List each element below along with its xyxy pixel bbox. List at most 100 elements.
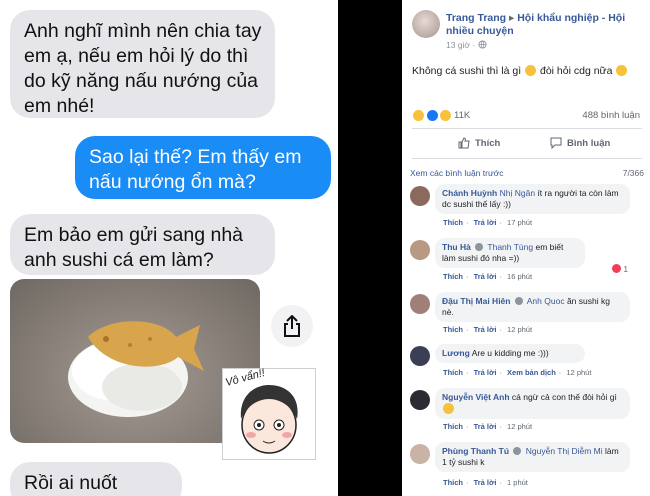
post-text-tail: đòi hỏi cdg nữa [540, 65, 613, 77]
tagged-user[interactable]: Nhị Ngân [500, 188, 535, 198]
comment-reply-link[interactable]: Trả lời [474, 325, 497, 334]
commenter-avatar[interactable] [410, 390, 430, 410]
comment-bubble: Lương Are u kidding me :))) [435, 344, 585, 363]
comment-like-link[interactable]: Thích [443, 325, 463, 334]
black-divider [338, 0, 402, 496]
share-icon [284, 315, 300, 337]
comment-like-link[interactable]: Thích [443, 272, 463, 281]
comment-meta: Thích · Trả lời · 16 phút [443, 272, 533, 281]
comment-like-link[interactable]: Thích [443, 218, 463, 227]
comment-count[interactable]: 488 bình luận [582, 110, 640, 121]
comment-bubble: Đậu Thị Mai Hiên Anh Quoc ăn sushi kg nè… [435, 292, 630, 322]
view-previous-comments-link[interactable]: Xem các bình luận trước [410, 168, 503, 178]
comment-time[interactable]: 17 phút [507, 218, 532, 227]
comment-like-link[interactable]: Thích [443, 478, 463, 487]
like-icon [425, 109, 439, 122]
divider [412, 158, 642, 159]
like-thumb-icon [458, 137, 470, 149]
comment-item: Thu Hà Thanh Tùng em biết làm sushi đó n… [410, 238, 646, 286]
comment-time[interactable]: 12 phút [507, 325, 532, 334]
post-actions: Thích Bình luận [412, 133, 642, 155]
received-message-3: Rồi ai nuốt được? [10, 462, 182, 496]
facebook-post: Trang Trang ▸ Hội khẩu nghiệp - Hội nhiề… [402, 0, 650, 496]
comment-reply-link[interactable]: Trả lời [474, 272, 497, 281]
comment-meta: Thích · Trả lời · 12 phút [443, 325, 533, 334]
comment-text: cá ngừ cả con thế đòi hỏi gì [511, 392, 617, 402]
previous-comments-row: Xem các bình luận trước 7/366 [410, 168, 646, 178]
tagged-user[interactable]: Anh Quoc [527, 296, 565, 306]
comment-item: Chánh Huỳnh Nhị Ngân ít ra người ta còn … [410, 184, 646, 232]
comment-bubble: Phùng Thanh Tú Nguyễn Thị Diễm Mi làm 1 … [435, 442, 630, 472]
verified-badge-icon [475, 243, 484, 251]
tagged-user[interactable]: Nguyễn Thị Diễm Mi [526, 446, 603, 456]
comment-reply-link[interactable]: Trả lời [474, 422, 497, 431]
comment-time[interactable]: 16 phút [507, 272, 532, 281]
commenter-name[interactable]: Đậu Thị Mai Hiên [442, 296, 510, 306]
comment-time[interactable]: 12 phút [566, 368, 591, 377]
tagged-user[interactable]: Thanh Tùng [487, 242, 533, 252]
verified-badge-icon [514, 297, 523, 305]
post-time-text[interactable]: 13 giờ · [446, 40, 475, 50]
sent-message: Sao lại thế? Em thấy em nấu nướng ổn mà? [75, 136, 331, 199]
comment-reply-link[interactable]: Trả lời [474, 218, 497, 227]
see-translation-link[interactable]: Xem bản dịch [507, 368, 556, 377]
received-message-1: Anh nghĩ mình nên chia tay em ạ, nếu em … [10, 10, 275, 118]
commenter-name[interactable]: Thu Hà [442, 242, 471, 252]
post-body: Không cá sushi thì là gì đòi hỏi cdg nữa [412, 65, 628, 77]
commenter-avatar[interactable] [410, 186, 430, 206]
reaction-summary: 11K 488 bình luận [412, 108, 642, 124]
heart-count: 1 [623, 265, 628, 274]
comment-reply-link[interactable]: Trả lời [474, 478, 497, 487]
comment-meta: Thích · Trả lời · Xem bản dịch · 12 phút [443, 368, 592, 377]
comment-time[interactable]: 1 phút [507, 478, 528, 487]
commenter-name[interactable]: Nguyễn Việt Anh [442, 392, 510, 402]
comment-reply-link[interactable]: Trả lời [474, 368, 497, 377]
comment-reaction-badge[interactable]: 1 [610, 264, 630, 274]
author-name[interactable]: Trang Trang [446, 12, 506, 24]
share-button[interactable] [271, 305, 313, 347]
received-message-2: Em bảo em gửi sang nhà anh sushi cá em l… [10, 214, 275, 275]
post-header: Trang Trang ▸ Hội khẩu nghiệp - Hội nhiề… [446, 12, 642, 37]
comment-item: Đậu Thị Mai Hiên Anh Quoc ăn sushi kg nè… [410, 292, 646, 338]
verified-badge-icon [513, 447, 522, 455]
comment-bubble: Thu Hà Thanh Tùng em biết làm sushi đó n… [435, 238, 585, 268]
globe-icon [478, 40, 487, 49]
comment-icon [550, 137, 562, 149]
sad-icon [439, 109, 453, 122]
divider [412, 128, 642, 129]
comment-text: Are u kidding me :))) [471, 348, 549, 358]
chat-screenshot: Anh nghĩ mình nên chia tay em ạ, nếu em … [0, 0, 338, 496]
comment-item: Lương Are u kidding me :))) Thích · Trả l… [410, 344, 646, 378]
comment-label: Bình luận [567, 137, 611, 149]
author-avatar[interactable] [412, 10, 440, 38]
cartoon-sticker: Vô vẩn!! [222, 367, 316, 460]
commenter-avatar[interactable] [410, 444, 430, 464]
comment-meta: Thích · Trả lời · 17 phút [443, 218, 533, 227]
comment-time[interactable]: 12 phút [507, 422, 532, 431]
like-button[interactable]: Thích [458, 137, 500, 149]
reaction-icons[interactable] [412, 109, 453, 123]
commenter-name[interactable]: Phùng Thanh Tú [442, 446, 509, 456]
commenter-name[interactable]: Chánh Huỳnh [442, 188, 497, 198]
comment-item: Nguyễn Việt Anh cá ngừ cả con thế đòi hỏ… [410, 388, 646, 434]
commenter-avatar[interactable] [410, 240, 430, 260]
commenter-avatar[interactable] [410, 346, 430, 366]
commenter-name[interactable]: Lương [442, 348, 470, 358]
laughing-emoji-icon [443, 403, 454, 414]
grinning-emoji-icon [525, 65, 537, 76]
comment-like-link[interactable]: Thích [443, 368, 463, 377]
comment-meta: Thích · Trả lời · 12 phút [443, 422, 533, 431]
grinning-emoji-icon [616, 65, 628, 76]
group-arrow: ▸ [509, 12, 515, 24]
reaction-count[interactable]: 11K [454, 110, 470, 121]
like-label: Thích [475, 137, 501, 149]
comment-bubble: Chánh Huỳnh Nhị Ngân ít ra người ta còn … [435, 184, 630, 214]
post-time: 13 giờ · [446, 40, 487, 50]
heart-icon [612, 264, 622, 273]
comments-counter: 7/366 [622, 168, 644, 178]
comment-like-link[interactable]: Thích [443, 422, 463, 431]
commenter-avatar[interactable] [410, 294, 430, 314]
comment-meta: Thích · Trả lời · 1 phút [443, 478, 528, 487]
comment-button[interactable]: Bình luận [550, 137, 610, 149]
comment-item: Phùng Thanh Tú Nguyễn Thị Diễm Mi làm 1 … [410, 442, 646, 496]
